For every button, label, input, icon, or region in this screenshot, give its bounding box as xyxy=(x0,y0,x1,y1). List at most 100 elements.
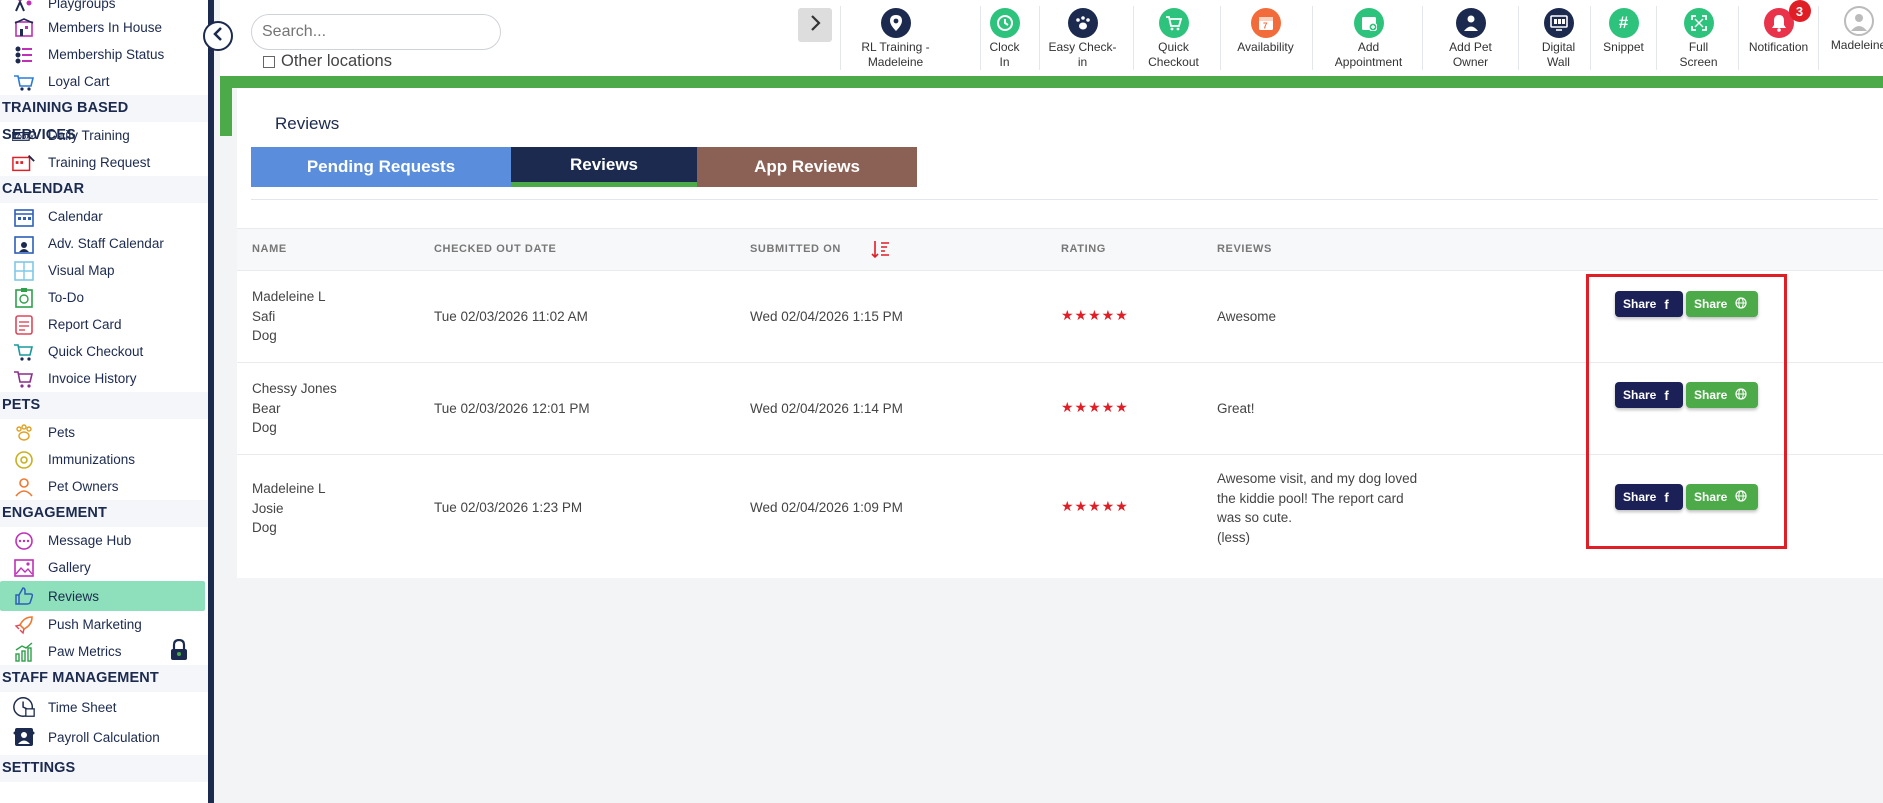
sidebar-item-daily-training[interactable]: TODAY Daily Training xyxy=(0,122,208,149)
chat-icon xyxy=(12,530,36,552)
user-icon xyxy=(12,476,36,498)
rocket-icon xyxy=(12,614,36,636)
table-header: NAME CHECKED OUT DATE SUBMITTED ON RATIN… xyxy=(237,228,1883,271)
page-title: Reviews xyxy=(275,114,340,133)
sidebar-item-immunizations[interactable]: Immunizations xyxy=(0,446,208,473)
highlight-box xyxy=(1586,274,1787,549)
sidebar-item-members-in-house[interactable]: Members In House xyxy=(0,14,208,41)
column-header-submitted-on[interactable]: SUBMITTED ON xyxy=(750,243,841,255)
sidebar-item-report-card[interactable]: Report Card xyxy=(0,311,208,338)
tool-label: Easy Check-in xyxy=(1048,40,1117,69)
column-header-name[interactable]: NAME xyxy=(252,243,287,255)
sidebar-item-label: Paw Metrics xyxy=(48,644,122,659)
sidebar-item-visual-map[interactable]: Visual Map xyxy=(0,257,208,284)
submitted-on-date: Wed 02/04/2026 1:14 PM xyxy=(750,401,903,416)
sidebar-item-pets[interactable]: Pets xyxy=(0,419,208,446)
divider xyxy=(251,199,1878,200)
column-header-checked-out[interactable]: CHECKED OUT DATE xyxy=(434,243,556,255)
tab-pending-requests[interactable]: Pending Requests xyxy=(251,147,511,187)
gallery-icon xyxy=(12,557,36,579)
sidebar-item-payroll-calculation[interactable]: Payroll Calculation xyxy=(0,722,208,752)
sidebar-item-label: Members In House xyxy=(48,20,163,35)
column-header-rating[interactable]: RATING xyxy=(1061,243,1106,255)
sidebar-item-label: Gallery xyxy=(48,560,91,575)
section-training: TRAINING BASED SERVICES xyxy=(0,95,208,143)
hash-icon: # xyxy=(1608,8,1639,38)
chevron-right-icon xyxy=(809,14,821,36)
review-text: Great! xyxy=(1217,401,1255,416)
sidebar-item-invoice-history[interactable]: Invoice History xyxy=(0,365,208,392)
sidebar-item-to-do[interactable]: To-Do xyxy=(0,284,208,311)
tab-app-reviews[interactable]: App Reviews xyxy=(697,147,917,187)
tab-bar: Pending Requests Reviews App Reviews xyxy=(251,147,917,187)
column-header-reviews[interactable]: REVIEWS xyxy=(1217,243,1272,255)
tool-add-pet-owner[interactable]: Add Pet Owner xyxy=(1422,6,1518,70)
sidebar-item-message-hub[interactable]: Message Hub xyxy=(0,527,208,554)
tool-label: Notification xyxy=(1748,40,1809,54)
sidebar-item-label: Daily Training xyxy=(48,128,130,143)
sidebar-item-label: Message Hub xyxy=(48,533,132,548)
tool-rl-training-location[interactable]: RL Training - Madeleine xyxy=(840,6,950,70)
tool-label: Add Appointment xyxy=(1334,40,1403,69)
section-calendar: CALENDAR xyxy=(0,176,208,203)
sidebar-item-training-request[interactable]: Training Request xyxy=(0,149,208,176)
sidebar-item-calendar[interactable]: Calendar xyxy=(0,203,208,230)
sidebar-item-paw-metrics[interactable]: Paw Metrics xyxy=(0,638,208,665)
top-bar: Other locations RL Training -Madeleine C… xyxy=(220,0,1883,76)
time-sheet-icon xyxy=(12,696,36,718)
metrics-icon xyxy=(12,641,36,663)
tool-digital-wall[interactable]: Digital Wall xyxy=(1518,6,1598,70)
sort-descending-icon[interactable] xyxy=(871,239,891,264)
sidebar-item-label: Invoice History xyxy=(48,371,137,386)
tool-availability[interactable]: 7 Availability xyxy=(1220,6,1310,70)
sidebar-item-playgroups[interactable]: Playgroups xyxy=(0,0,208,14)
sidebar-item-reviews[interactable]: Reviews xyxy=(0,581,205,611)
star-rating: ★★★★★ xyxy=(1061,307,1129,323)
tool-easy-check-in[interactable]: Easy Check-in xyxy=(1039,6,1125,70)
tool-full-screen[interactable]: Full Screen xyxy=(1656,6,1740,70)
sidebar-item-time-sheet[interactable]: Time Sheet xyxy=(0,692,208,722)
cart-icon xyxy=(12,341,36,363)
sidebar-item-push-marketing[interactable]: Push Marketing xyxy=(0,611,208,638)
other-locations-checkbox[interactable]: Other locations xyxy=(263,52,392,71)
checked-out-date: Tue 02/03/2026 1:23 PM xyxy=(434,500,583,515)
tool-clock-in[interactable]: Clock In xyxy=(980,6,1028,70)
sidebar-item-loyal-cart[interactable]: Loyal Cart xyxy=(0,68,208,95)
sidebar-item-label: Playgroups xyxy=(48,0,116,11)
sidebar-item-label: Payroll Calculation xyxy=(48,729,160,745)
pet-species: Dog xyxy=(252,328,277,343)
daily-training-icon: TODAY xyxy=(12,125,36,147)
checkbox[interactable] xyxy=(263,55,275,68)
submitted-on-date: Wed 02/04/2026 1:09 PM xyxy=(750,500,903,515)
sidebar-item-pet-owners[interactable]: Pet Owners xyxy=(0,473,208,500)
tool-user-profile[interactable]: Madeleine xyxy=(1818,6,1883,70)
tool-snippet[interactable]: # Snippet xyxy=(1590,6,1656,70)
review-text: Awesome xyxy=(1217,309,1277,324)
tool-label: Clock In xyxy=(989,40,1020,69)
next-button[interactable] xyxy=(798,8,832,42)
tool-add-appointment[interactable]: Add Appointment xyxy=(1312,6,1424,70)
name-cell: Madeleine L Josie Dog xyxy=(252,479,326,538)
pet-name: Bear xyxy=(252,400,281,416)
sidebar-item-adv-staff-calendar[interactable]: Adv. Staff Calendar xyxy=(0,230,208,257)
section-pets: PETS xyxy=(0,392,208,419)
header-accent-bar xyxy=(220,76,1883,88)
tool-quick-checkout[interactable]: Quick Checkout xyxy=(1133,6,1213,70)
sidebar-item-quick-checkout[interactable]: Quick Checkout xyxy=(0,338,208,365)
sidebar-item-label: Pet Owners xyxy=(48,479,119,494)
sidebar-item-label: Visual Map xyxy=(48,263,115,278)
sidebar-item-gallery[interactable]: Gallery xyxy=(0,554,208,581)
training-request-icon xyxy=(12,152,36,174)
svg-text:7: 7 xyxy=(1263,22,1268,31)
show-less-link[interactable]: (less) xyxy=(1217,528,1427,548)
sidebar-item-label: To-Do xyxy=(48,290,85,305)
search-input[interactable] xyxy=(251,14,501,50)
tab-reviews[interactable]: Reviews xyxy=(511,147,697,187)
cart-icon xyxy=(1158,8,1189,38)
pet-name: Safi xyxy=(252,308,276,324)
section-engagement: ENGAGEMENT xyxy=(0,500,208,527)
tool-notification[interactable]: 3 Notification xyxy=(1738,0,1818,70)
checked-out-date: Tue 02/03/2026 12:01 PM xyxy=(434,401,590,416)
collapse-sidebar-button[interactable] xyxy=(203,21,233,51)
sidebar-item-membership-status[interactable]: Membership Status xyxy=(0,41,208,68)
